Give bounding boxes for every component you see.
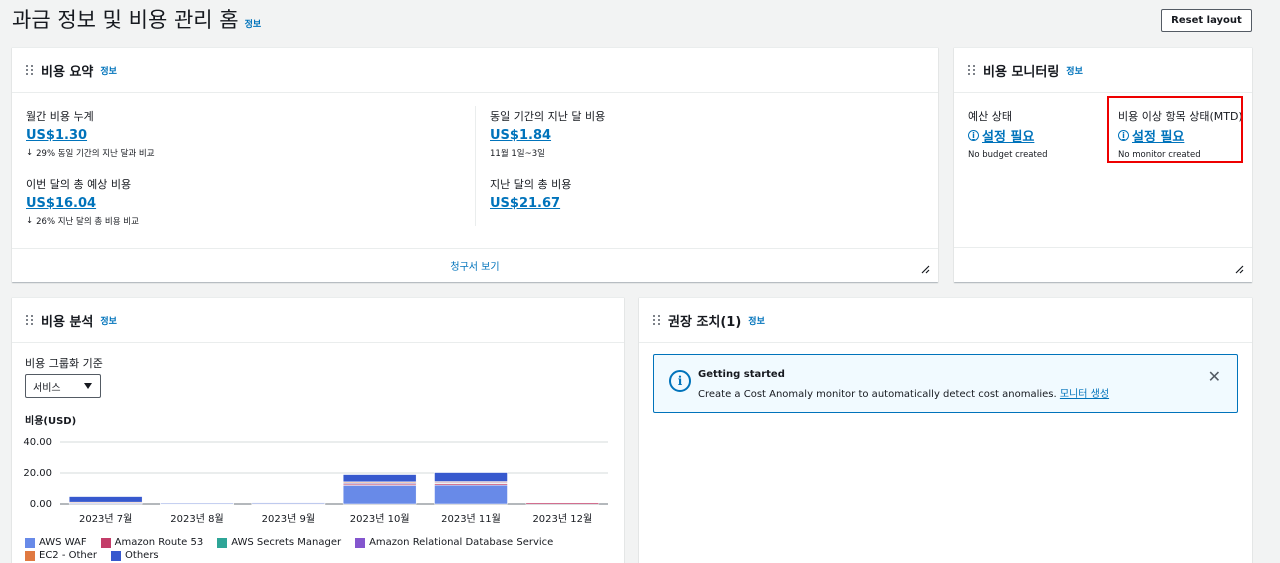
legend-label: Amazon Route 53 <box>114 537 204 548</box>
cost-chart: 40.00 20.00 0.00 2023년 7월 2023년 8월 2023년 9월 20… <box>23 437 608 525</box>
mtd-note: 29% 동일 기간의 지난 달과 비교 <box>36 149 155 159</box>
bar-segment[interactable] <box>251 502 326 504</box>
card-footer-divider <box>954 247 1252 248</box>
bar-segment[interactable] <box>160 502 234 505</box>
alert-title: Getting started <box>698 369 785 380</box>
create-monitor-link[interactable]: 모니터 생성 <box>1060 389 1109 400</box>
budget-label: 예산 상태 <box>968 110 1012 123</box>
recommended-title: 권장 조치(1) <box>668 314 742 330</box>
bar-segment[interactable] <box>434 472 508 482</box>
budget-setup-link[interactable]: 설정 필요 <box>982 126 1034 145</box>
page-title-text: 과금 정보 및 비용 관리 홈 <box>12 8 239 32</box>
legend-item[interactable]: AWS Secrets Manager <box>217 537 341 548</box>
legend-swatch <box>355 537 366 548</box>
legend-swatch <box>25 550 35 561</box>
cost-analysis-title: 비용 분석 <box>41 314 94 330</box>
forecast-note: 26% 지난 달의 총 비용 비교 <box>36 217 139 227</box>
bar-segment[interactable] <box>525 502 600 505</box>
x-tick-label: 2023년 7월 <box>79 513 132 525</box>
forecast-value-link[interactable]: US$16.04 <box>26 196 96 211</box>
view-bill-link[interactable]: 청구서 보기 <box>450 258 499 273</box>
page-title: 과금 정보 및 비용 관리 홈 정보 <box>12 4 261 34</box>
page-info-link[interactable]: 정보 <box>245 17 262 30</box>
resize-handle-icon[interactable] <box>1234 264 1244 274</box>
drag-handle-icon[interactable] <box>653 314 661 326</box>
cost-summary-card: 비용 요약 정보 월간 비용 누계 US$1.30 ↓ 29% 동일 기간의 지난… <box>12 47 938 282</box>
legend-item[interactable]: AWS WAF <box>25 537 87 548</box>
highlight-box <box>1107 96 1243 163</box>
mtd-label: 월간 비용 누계 <box>26 110 94 123</box>
legend-label: EC2 - Other <box>39 550 98 561</box>
chart-legend: AWS WAF Amazon Route 53 AWS Secrets Manage… <box>25 537 615 561</box>
budget-status: 예산 상태 i 설정 필요 No budget created <box>968 108 1047 160</box>
group-by-label: 비용 그룹화 기준 <box>25 357 103 370</box>
recommended-card: 권장 조치(1) 정보 <box>639 297 1252 563</box>
arrow-down-icon: ↓ <box>26 216 34 226</box>
bar-segment[interactable] <box>342 485 417 505</box>
prev-same-value-link[interactable]: US$1.84 <box>490 128 551 143</box>
drag-handle-icon[interactable] <box>26 64 34 76</box>
legend-label: AWS Secrets Manager <box>231 537 342 548</box>
forecast-metric: 이번 달의 총 예상 비용 US$16.04 ↓ 26% 지난 달의 총 비용 비… <box>26 176 139 227</box>
cost-summary-title: 비용 요약 <box>41 64 94 80</box>
legend-swatch <box>111 550 122 561</box>
bar-segment[interactable] <box>342 474 417 483</box>
legend-swatch <box>25 537 35 548</box>
legend-item[interactable]: Amazon Route 53 <box>100 537 204 548</box>
alert-text: Create a Cost Anomaly monitor to automat… <box>698 385 1109 400</box>
y-tick-label: 40.00 <box>23 437 52 448</box>
x-tick-label: 2023년 12월 <box>532 513 592 525</box>
alert-message: Create a Cost Anomaly monitor to automat… <box>698 389 1057 400</box>
y-tick-label: 20.00 <box>23 468 52 479</box>
cost-monitoring-title: 비용 모니터링 <box>983 64 1060 80</box>
caret-down-icon <box>84 383 92 389</box>
legend-item[interactable]: Others <box>111 550 159 561</box>
mtd-metric: 월간 비용 누계 US$1.30 ↓ 29% 동일 기간의 지난 달과 비교 <box>26 108 155 159</box>
info-circle-icon: i <box>669 370 691 392</box>
last-month-metric: 지난 달의 총 비용 US$21.67 <box>490 176 571 211</box>
reset-layout-button[interactable]: Reset layout <box>1161 9 1252 32</box>
legend-label: Amazon Relational Database Service <box>369 537 554 548</box>
budget-note: No budget created <box>968 150 1048 160</box>
forecast-label: 이번 달의 총 예상 비용 <box>26 178 132 191</box>
cost-analysis-info-link[interactable]: 정보 <box>100 314 117 327</box>
prev-same-note: 11월 1일~3일 <box>490 149 545 159</box>
drag-handle-icon[interactable] <box>968 64 976 76</box>
resize-handle-icon[interactable] <box>920 264 930 274</box>
legend-swatch <box>217 537 228 548</box>
legend-item[interactable]: EC2 - Other <box>25 550 97 561</box>
y-tick-label: 0.00 <box>30 499 52 510</box>
arrow-down-icon: ↓ <box>26 148 34 158</box>
legend-label: AWS WAF <box>39 537 87 548</box>
legend-label: Others <box>125 550 159 561</box>
column-divider <box>475 106 476 226</box>
close-icon[interactable]: ✕ <box>1208 367 1221 386</box>
legend-swatch <box>100 537 111 548</box>
prev-same-label: 동일 기간의 지난 달 비용 <box>490 110 606 123</box>
x-tick-label: 2023년 9월 <box>262 513 315 525</box>
x-tick-label: 2023년 10월 <box>350 513 410 525</box>
bar-segment[interactable] <box>434 484 508 505</box>
chart-y-title: 비용(USD) <box>25 416 77 427</box>
x-tick-label: 2023년 11월 <box>441 513 501 525</box>
drag-handle-icon[interactable] <box>26 314 34 326</box>
group-by-value: 서비스 <box>33 382 61 394</box>
last-month-label: 지난 달의 총 비용 <box>490 178 572 191</box>
cost-summary-info-link[interactable]: 정보 <box>100 64 117 77</box>
last-month-value-link[interactable]: US$21.67 <box>490 196 560 211</box>
group-by-select[interactable]: 서비스 <box>25 374 101 398</box>
cost-monitoring-info-link[interactable]: 정보 <box>1066 64 1083 77</box>
mtd-value-link[interactable]: US$1.30 <box>26 128 87 143</box>
info-circle-icon: i <box>968 130 979 141</box>
prev-same-metric: 동일 기간의 지난 달 비용 US$1.84 11월 1일~3일 <box>490 108 605 159</box>
bar-segment[interactable] <box>68 496 143 503</box>
legend-item[interactable]: Amazon Relational Database Service <box>355 537 553 548</box>
recommended-info-link[interactable]: 정보 <box>748 314 765 327</box>
cost-monitoring-card: 비용 모니터링 정보 예산 상태 i 설정 필요 No budget create… <box>954 47 1252 282</box>
x-tick-label: 2023년 8월 <box>170 513 223 525</box>
getting-started-alert: i Getting started Create a Cost Anomaly … <box>653 354 1238 413</box>
